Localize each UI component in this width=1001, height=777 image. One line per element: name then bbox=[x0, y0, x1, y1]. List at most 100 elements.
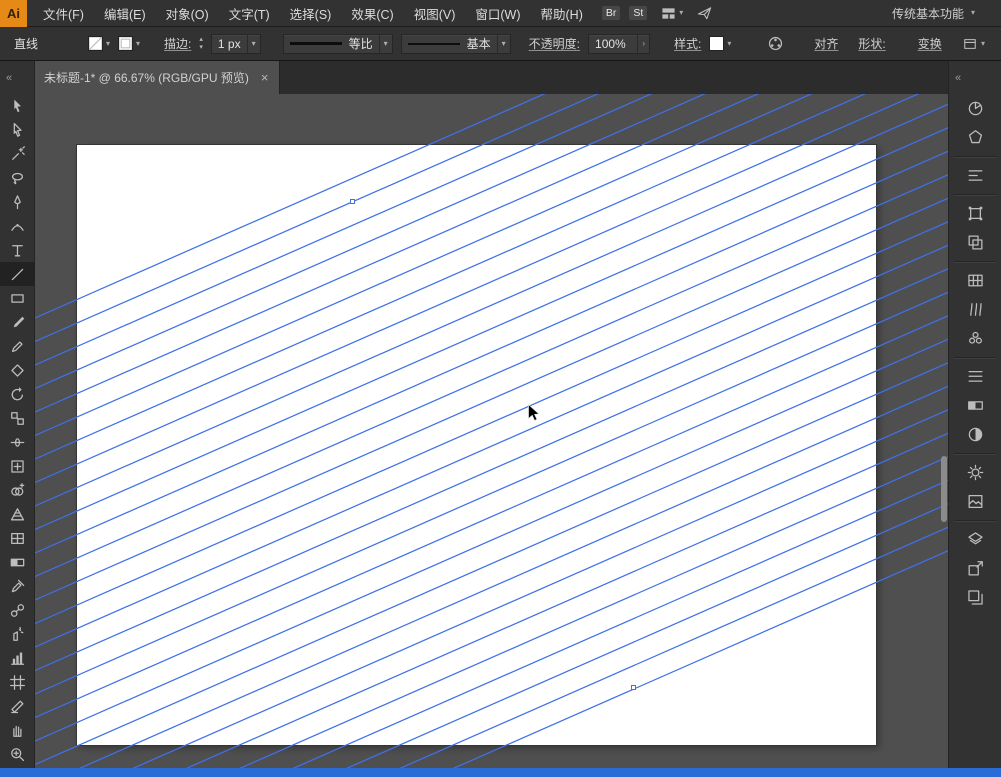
panel-transform[interactable] bbox=[955, 200, 995, 227]
paintbrush-icon bbox=[9, 314, 26, 331]
tool-blend[interactable] bbox=[0, 598, 35, 622]
stroke-panel-link[interactable]: 描边: bbox=[164, 35, 191, 52]
tool-eraser[interactable] bbox=[0, 358, 35, 382]
panel-gradient[interactable] bbox=[955, 392, 995, 419]
panel-stroke[interactable] bbox=[955, 363, 995, 390]
tool-symbol-sprayer[interactable] bbox=[0, 622, 35, 646]
tool-perspective-grid[interactable] bbox=[0, 502, 35, 526]
tool-curvature[interactable] bbox=[0, 214, 35, 238]
tool-gradient[interactable] bbox=[0, 550, 35, 574]
tool-slice[interactable] bbox=[0, 694, 35, 718]
workspace-layout-control[interactable]: ▾ bbox=[661, 6, 683, 21]
align-panel-link[interactable]: 对齐 bbox=[814, 35, 838, 52]
transform-panel-link[interactable]: 变换 bbox=[918, 35, 942, 52]
tool-rectangle[interactable] bbox=[0, 286, 35, 310]
menu-item-window[interactable]: 窗口(W) bbox=[465, 0, 530, 26]
share-button[interactable] bbox=[697, 6, 712, 21]
tool-type[interactable] bbox=[0, 238, 35, 262]
stroke-weight-stepper[interactable]: ▴ ▾ bbox=[199, 36, 203, 51]
panel-artboards[interactable] bbox=[955, 584, 995, 611]
artwork-diagonal-lines[interactable] bbox=[35, 94, 948, 777]
menu-item-type[interactable]: 文字(T) bbox=[219, 0, 280, 26]
illustrator-window: Ai 文件(F) 编辑(E) 对象(O) 文字(T) 选择(S) 效果(C) 视图(V) 窗口… bbox=[0, 0, 1001, 777]
fill-color-control[interactable]: ▾ bbox=[88, 36, 110, 51]
tool-mesh[interactable] bbox=[0, 526, 35, 550]
tool-pencil[interactable] bbox=[0, 334, 35, 358]
tool-artboard[interactable] bbox=[0, 670, 35, 694]
tool-zoom[interactable] bbox=[0, 742, 35, 766]
opacity-panel-link[interactable]: 不透明度: bbox=[529, 35, 580, 52]
panel-swatches[interactable] bbox=[955, 267, 995, 294]
control-panel-menu[interactable]: ▾ bbox=[963, 37, 985, 51]
panel-transparency[interactable] bbox=[955, 421, 995, 448]
zoom-icon bbox=[9, 746, 26, 763]
menu-item-help[interactable]: 帮助(H) bbox=[531, 0, 593, 26]
tool-hand[interactable] bbox=[0, 718, 35, 742]
workspace-switcher[interactable]: 传统基本功能 ▾ bbox=[892, 5, 975, 22]
panel-asset-export[interactable] bbox=[955, 555, 995, 582]
tab-close-icon[interactable]: × bbox=[261, 71, 269, 84]
menu-item-object[interactable]: 对象(O) bbox=[156, 0, 219, 26]
stroke-color-control[interactable]: ▾ bbox=[118, 36, 140, 51]
menu-item-view[interactable]: 视图(V) bbox=[404, 0, 466, 26]
mesh-icon bbox=[9, 530, 26, 547]
tool-pen[interactable] bbox=[0, 190, 35, 214]
symbol-sprayer-icon bbox=[9, 626, 26, 643]
layers-panel-icon bbox=[966, 530, 985, 549]
tool-direct-selection[interactable] bbox=[0, 118, 35, 142]
menu-item-edit[interactable]: 编辑(E) bbox=[94, 0, 156, 26]
hand-icon bbox=[9, 722, 26, 739]
tool-shape-builder[interactable] bbox=[0, 478, 35, 502]
tool-line-segment[interactable] bbox=[0, 262, 35, 286]
panel-pathfinder[interactable] bbox=[955, 229, 995, 256]
style-swatch-control[interactable]: ▾ bbox=[709, 36, 731, 51]
panel-layers[interactable] bbox=[955, 526, 995, 553]
gradient-icon bbox=[9, 554, 26, 571]
recolor-artwork-icon[interactable] bbox=[767, 35, 784, 52]
panel-color[interactable] bbox=[955, 95, 995, 122]
dock-expand-button[interactable]: « bbox=[949, 61, 1001, 94]
width-profile-dropdown[interactable]: 等比 ▾ bbox=[282, 33, 393, 54]
dock-separator bbox=[954, 357, 996, 358]
shape-panel-link[interactable]: 形状: bbox=[858, 35, 885, 52]
transparency-panel-icon bbox=[966, 425, 985, 444]
eraser-icon bbox=[9, 362, 26, 379]
panel-appearance[interactable] bbox=[955, 459, 995, 486]
style-panel-link[interactable]: 样式: bbox=[674, 35, 701, 52]
chevron-down-icon: ▾ bbox=[246, 34, 260, 53]
tool-selection[interactable] bbox=[0, 94, 35, 118]
document-tab-bar: 未标题-1* @ 66.67% (RGB/GPU 预览) × bbox=[35, 61, 948, 94]
tool-width[interactable] bbox=[0, 430, 35, 454]
transform-panel-icon bbox=[966, 204, 985, 223]
menu-item-effect[interactable]: 效果(C) bbox=[341, 0, 403, 26]
toolbar-collapse-button[interactable]: « bbox=[0, 61, 34, 94]
tool-lasso[interactable] bbox=[0, 166, 35, 190]
stroke-weight-field[interactable]: 1 px ▾ bbox=[210, 33, 261, 54]
tool-scale[interactable] bbox=[0, 406, 35, 430]
anchor-point[interactable] bbox=[631, 685, 636, 690]
panel-graphic-styles[interactable] bbox=[955, 488, 995, 515]
slice-icon bbox=[9, 698, 26, 715]
tool-free-transform[interactable] bbox=[0, 454, 35, 478]
vertical-scrollbar-thumb[interactable] bbox=[941, 456, 947, 522]
canvas-area[interactable] bbox=[35, 94, 948, 777]
tool-magic-wand[interactable] bbox=[0, 142, 35, 166]
brush-definition-dropdown[interactable]: 基本 ▾ bbox=[400, 33, 511, 54]
document-tab[interactable]: 未标题-1* @ 66.67% (RGB/GPU 预览) × bbox=[35, 61, 280, 94]
panel-symbols[interactable] bbox=[955, 325, 995, 352]
width-profile-value: 等比 bbox=[348, 37, 373, 51]
tool-rotate[interactable] bbox=[0, 382, 35, 406]
panel-color-guide[interactable] bbox=[955, 124, 995, 151]
tool-column-graph[interactable] bbox=[0, 646, 35, 670]
menu-item-select[interactable]: 选择(S) bbox=[280, 0, 342, 26]
menu-item-file[interactable]: 文件(F) bbox=[33, 0, 94, 26]
bridge-badge[interactable]: Br bbox=[601, 5, 621, 21]
blend-icon bbox=[9, 602, 26, 619]
tool-paintbrush[interactable] bbox=[0, 310, 35, 334]
panel-brushes[interactable] bbox=[955, 296, 995, 323]
opacity-field[interactable]: 100% › bbox=[588, 33, 651, 54]
panel-align[interactable] bbox=[955, 162, 995, 189]
tool-eyedropper[interactable] bbox=[0, 574, 35, 598]
stock-badge[interactable]: St bbox=[629, 5, 648, 21]
anchor-point[interactable] bbox=[350, 199, 355, 204]
